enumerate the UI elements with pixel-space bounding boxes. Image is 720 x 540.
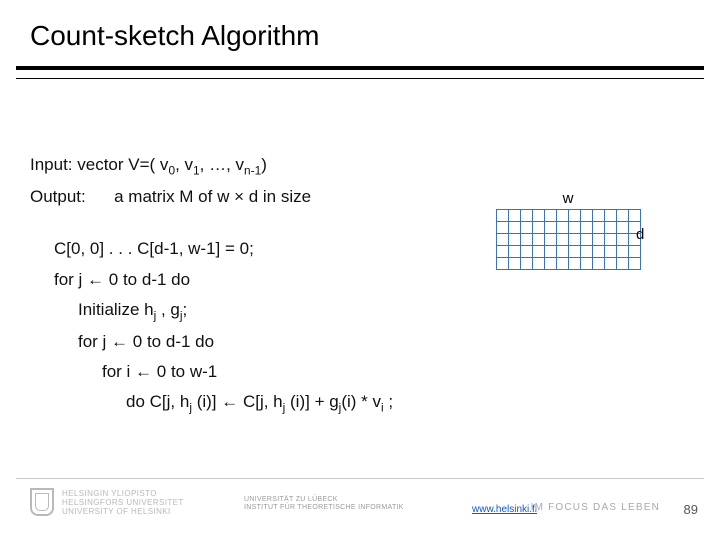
matrix-cell xyxy=(628,257,641,270)
line-for-j-inner: for j ← 0 to d-1 do xyxy=(30,329,690,355)
sub: 1 xyxy=(193,163,200,177)
output-label: Output: xyxy=(30,187,86,206)
text: (i)] + g xyxy=(285,392,338,411)
sub: n-1 xyxy=(244,163,261,177)
text: , …, v xyxy=(200,155,244,174)
line-input: Input: vector V=( v0, v1, …, vn-1) xyxy=(30,152,690,180)
text: ; xyxy=(183,300,188,319)
text: ; xyxy=(384,392,393,411)
text: ) xyxy=(261,155,267,174)
text: Input: vector V=( v xyxy=(30,155,168,174)
page-number: 89 xyxy=(684,502,698,517)
text: HELSINGFORS UNIVERSITET xyxy=(62,498,184,507)
matrix-top-label: w xyxy=(478,190,658,207)
slide-title: Count-sketch Algorithm xyxy=(30,20,319,52)
slide: Count-sketch Algorithm Input: vector V=(… xyxy=(0,0,720,540)
text: do C[j, h xyxy=(126,392,189,411)
focus-motto: IM FOCUS DAS LEBEN xyxy=(531,502,660,513)
matrix-figure: w d xyxy=(478,190,658,269)
text: , v xyxy=(175,155,193,174)
matrix-right-label: d xyxy=(636,226,644,243)
footer-rule xyxy=(16,478,704,479)
footer: HELSINGIN YLIOPISTO HELSINGFORS UNIVERSI… xyxy=(0,478,720,540)
matrix-grid xyxy=(496,209,640,269)
text: UNIVERSITY OF HELSINKI xyxy=(62,507,184,516)
line-for-j-outer: for j ← 0 to d-1 do xyxy=(30,267,690,293)
helsinki-logo: HELSINGIN YLIOPISTO HELSINGFORS UNIVERSI… xyxy=(30,488,184,516)
text: UNIVERSITÄT ZU LÜBECK xyxy=(244,496,404,504)
text: INSTITUT FÜR THEORETISCHE INFORMATIK xyxy=(244,504,404,512)
line-for-i: for i ← 0 to w-1 xyxy=(30,359,690,385)
line-do: do C[j, hj (i)] ← C[j, hj (i)] + gj(i) *… xyxy=(30,389,690,417)
title-rule xyxy=(16,66,704,79)
algorithm-body: Input: vector V=( v0, v1, …, vn-1) Outpu… xyxy=(30,148,690,421)
text: (i) * v xyxy=(341,392,381,411)
text: Initialize h xyxy=(78,300,154,319)
text: HELSINGIN YLIOPISTO xyxy=(62,489,184,498)
output-text: a matrix M of w × d in size xyxy=(114,187,311,206)
text: (i)] ← C[j, h xyxy=(192,392,283,411)
helsinki-text: HELSINGIN YLIOPISTO HELSINGFORS UNIVERSI… xyxy=(62,489,184,516)
line-initialize: Initialize hj , gj; xyxy=(30,297,690,325)
helsinki-url-link[interactable]: www.helsinki.fi xyxy=(472,504,537,515)
shield-icon xyxy=(30,488,54,516)
text: , g xyxy=(156,300,180,319)
lubeck-logo: UNIVERSITÄT ZU LÜBECK INSTITUT FÜR THEOR… xyxy=(244,496,404,511)
